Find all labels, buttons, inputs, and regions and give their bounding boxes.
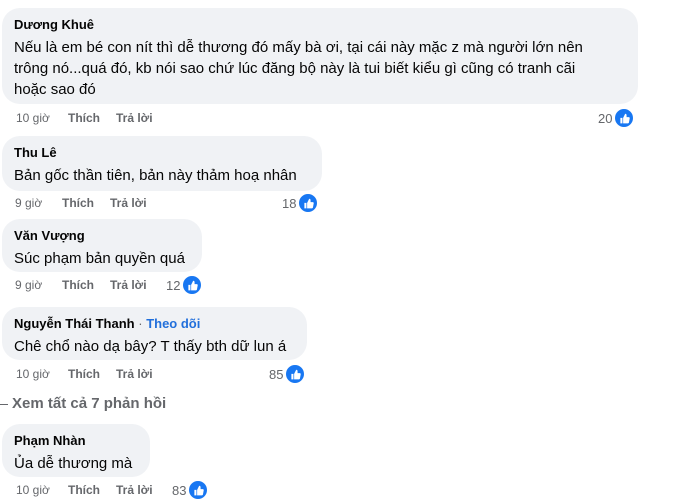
comment-text: Nếu là em bé con nít thì dễ thương đó mấ… <box>14 37 626 100</box>
comment-text-line: Nếu là em bé con nít thì dễ thương đó mấ… <box>14 39 583 56</box>
comment-author: Nguyễn Thái Thanh · Theo dõi <box>14 315 295 332</box>
comment-text: Bản gốc thần tiên, bản này thảm hoạ nhân <box>14 165 310 186</box>
comment-bubble: Văn Vượng Súc phạm bản quyền quá <box>2 219 202 272</box>
comment-bubble: Thu Lê Bản gốc thần tiên, bản này thảm h… <box>2 136 322 191</box>
reaction-count[interactable]: 12 <box>166 274 204 296</box>
reaction-count[interactable]: 85 <box>269 363 307 385</box>
like-button[interactable]: Thích <box>62 278 94 292</box>
reaction-number: 18 <box>282 195 297 211</box>
comment-text: Ủa dễ thương mà <box>14 453 138 474</box>
comment-timestamp[interactable]: 10 giờ <box>16 483 50 497</box>
comment-text: Chê chổ nào dạ bây? T thấy bth dữ lun á <box>14 336 295 357</box>
view-more-replies-label: Xem tất cả 7 phản hồi <box>12 395 167 412</box>
comment-bubble: Nguyễn Thái Thanh · Theo dõi Chê chổ nào… <box>2 307 307 360</box>
like-button[interactable]: Thích <box>68 483 100 497</box>
reaction-number: 83 <box>172 482 187 498</box>
comment-text-line: Bản gốc thần tiên, bản này thảm hoạ nhân <box>14 167 297 184</box>
comment-author[interactable]: Thu Lê <box>14 144 310 161</box>
reply-button[interactable]: Trả lời <box>116 367 153 381</box>
comment-text-line: trông nó...quá đó, kb nói sao chứ lúc đă… <box>14 60 576 77</box>
comment-timestamp[interactable]: 10 giờ <box>16 111 50 125</box>
reply-button[interactable]: Trả lời <box>110 278 147 292</box>
reply-connector-line <box>0 403 8 405</box>
like-thumb-icon <box>187 479 210 501</box>
like-button[interactable]: Thích <box>68 367 100 381</box>
comment-timestamp[interactable]: 10 giờ <box>16 367 50 381</box>
like-thumb-icon <box>297 192 320 214</box>
comment-text: Súc phạm bản quyền quá <box>14 248 190 269</box>
comment-text-line: Chê chổ nào dạ bây? T thấy bth dữ lun á <box>14 338 287 355</box>
like-thumb-icon <box>284 363 307 385</box>
reply-button[interactable]: Trả lời <box>110 196 147 210</box>
comment-text-line: Ủa dễ thương mà <box>14 455 133 472</box>
comment-bubble: Dương Khuê Nếu là em bé con nít thì dễ t… <box>2 8 638 104</box>
comment-author[interactable]: Văn Vượng <box>14 227 190 244</box>
comment-author-name[interactable]: Nguyễn Thái Thanh <box>14 316 135 331</box>
reaction-number: 20 <box>598 110 613 126</box>
comment-bubble: Phạm Nhàn Ủa dễ thương mà <box>2 424 150 477</box>
comment-author[interactable]: Phạm Nhàn <box>14 432 138 449</box>
like-button[interactable]: Thích <box>68 111 100 125</box>
comment: Thu Lê Bản gốc thần tiên, bản này thảm h… <box>2 136 332 216</box>
comment-text-line: hoặc sao đó <box>14 81 96 98</box>
reply-button[interactable]: Trả lời <box>116 483 153 497</box>
reaction-number: 12 <box>166 277 181 293</box>
comment: Phạm Nhàn Ủa dễ thương mà 10 giờ Thích T… <box>2 424 212 504</box>
comment-timestamp[interactable]: 9 giờ <box>15 278 42 292</box>
like-thumb-icon <box>613 107 636 129</box>
follow-button[interactable]: Theo dõi <box>146 316 200 331</box>
like-button[interactable]: Thích <box>62 196 94 210</box>
reaction-count[interactable]: 83 <box>172 479 210 501</box>
view-more-replies[interactable]: Xem tất cả 7 phản hồi <box>0 395 166 412</box>
reaction-count[interactable]: 18 <box>282 192 320 214</box>
separator-dot: · <box>134 316 147 331</box>
reaction-number: 85 <box>269 366 284 382</box>
reaction-count[interactable]: 20 <box>598 107 636 129</box>
comment: Nguyễn Thái Thanh · Theo dõi Chê chổ nào… <box>2 307 312 387</box>
comment-author[interactable]: Dương Khuê <box>14 16 626 33</box>
comment: Dương Khuê Nếu là em bé con nít thì dễ t… <box>2 8 642 129</box>
reply-button[interactable]: Trả lời <box>116 111 153 125</box>
like-thumb-icon <box>181 274 204 296</box>
comment-timestamp[interactable]: 9 giờ <box>15 196 42 210</box>
comment-text-line: Súc phạm bản quyền quá <box>14 250 185 267</box>
comment: Văn Vượng Súc phạm bản quyền quá 9 giờ T… <box>2 219 212 299</box>
